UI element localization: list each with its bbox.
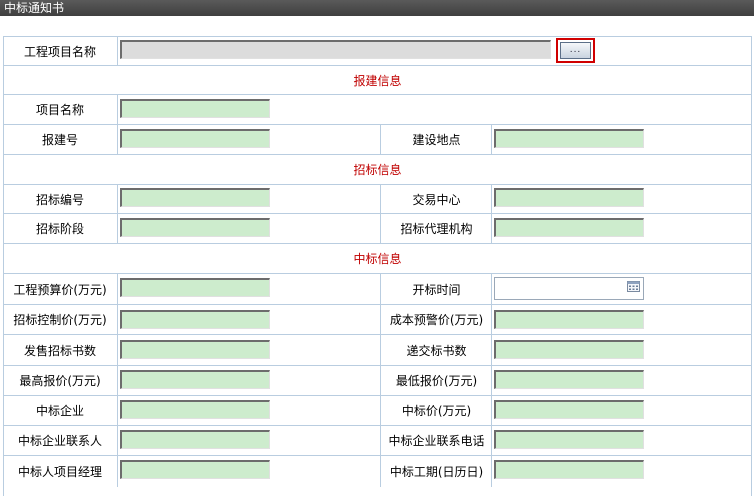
form-frame <box>3 36 752 496</box>
window-title: 中标通知书 <box>4 1 65 15</box>
window-titlebar: 中标通知书 <box>0 0 754 16</box>
